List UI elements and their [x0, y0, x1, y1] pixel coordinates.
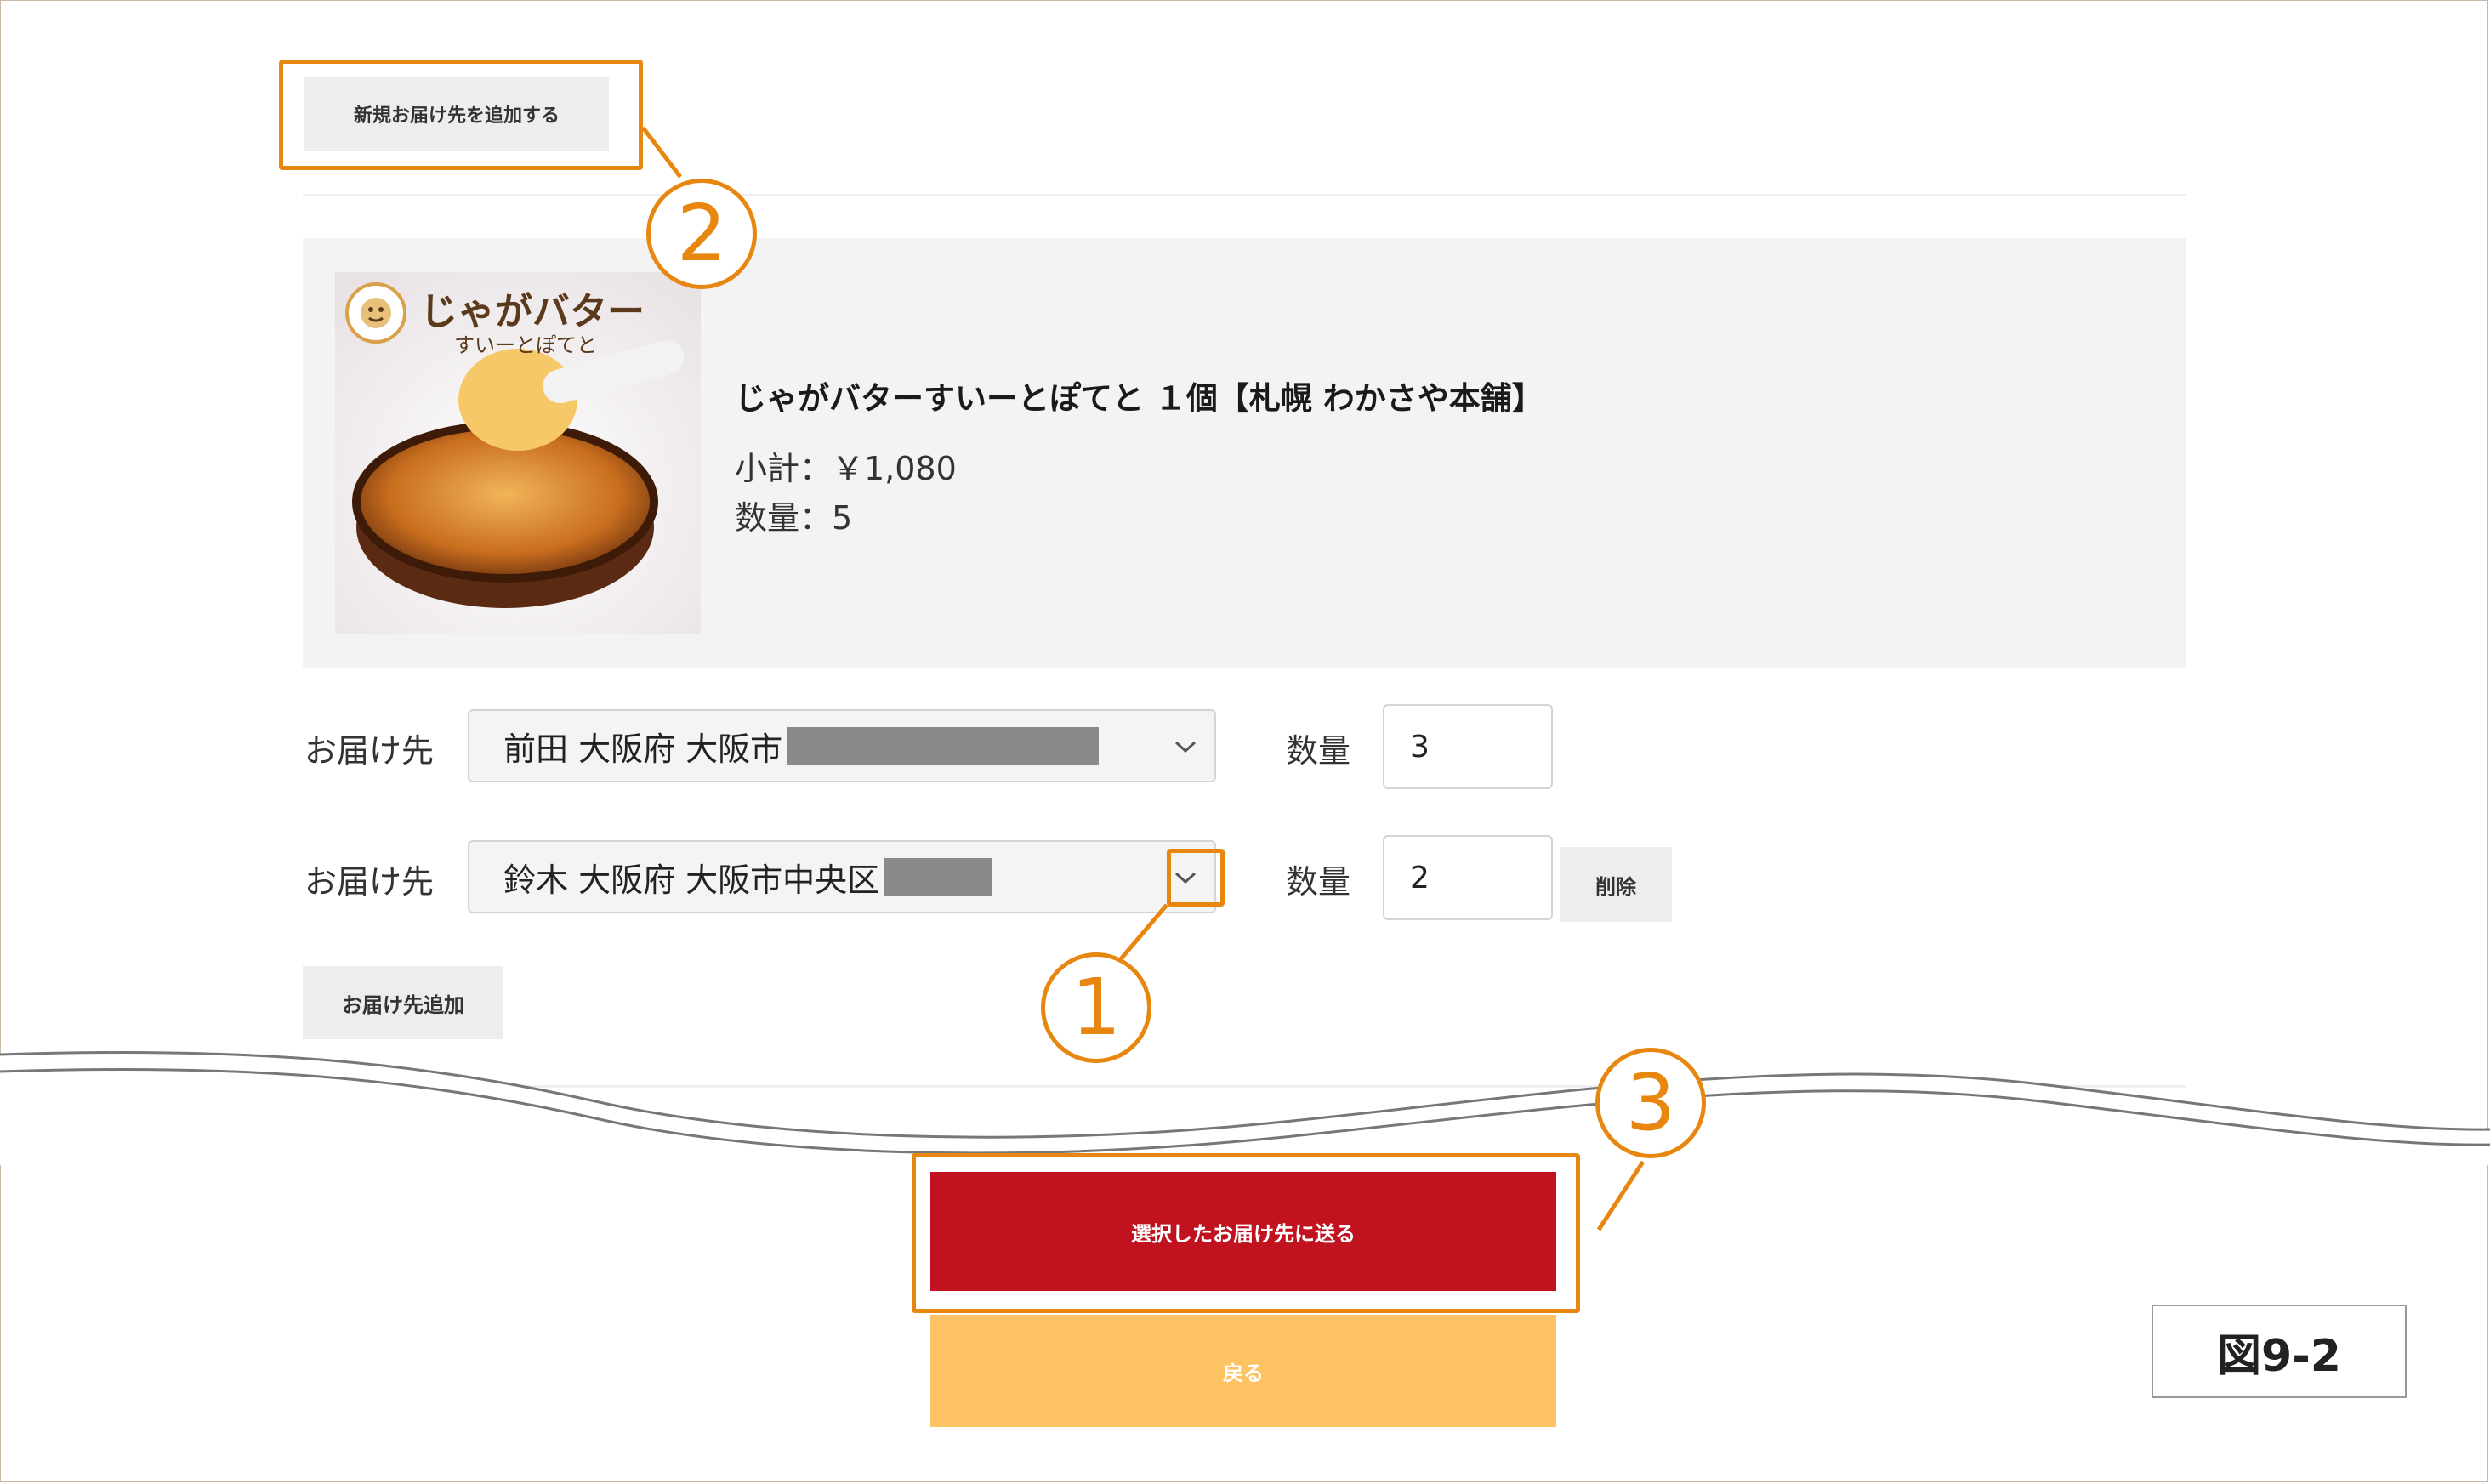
back-button[interactable]: 戻る: [930, 1315, 1556, 1427]
destination-select-2[interactable]: 鈴木 大阪府 大阪市中央区: [468, 840, 1216, 913]
destination-select-1[interactable]: 前田 大阪府 大阪市: [468, 709, 1216, 782]
redacted-address-1: [787, 727, 1100, 765]
destination-select-1-value: 前田 大阪府 大阪市: [503, 730, 783, 768]
product-image: じゃがバター すいーとぽてと: [335, 272, 701, 634]
callout-2: 2: [646, 179, 757, 289]
section-divider: [303, 194, 2186, 196]
highlight-box-3: [912, 1153, 1580, 1313]
product-subtotal: 小計：￥1,080: [735, 450, 957, 487]
figure-label: 図9-2: [2152, 1305, 2407, 1398]
add-destination-label: お届け先追加: [342, 992, 464, 1017]
product-quantity: 数量：5: [735, 499, 853, 537]
product-image-title: じゃがバター: [420, 290, 645, 333]
product-image-subtitle: すいーとぽてと: [454, 333, 597, 357]
back-label: 戻る: [1223, 1361, 1264, 1385]
page-break-wave: [0, 1050, 2490, 1165]
destination-label-2: お届け先: [304, 863, 435, 901]
quantity-input-1-value: 3: [1410, 729, 1430, 765]
destination-select-2-value: 鈴木 大阪府 大阪市中央区: [503, 861, 880, 899]
highlight-box-2: [279, 60, 643, 170]
highlight-box-1: [1167, 849, 1225, 907]
destination-label-1: お届け先: [304, 732, 435, 770]
callout-3: 3: [1595, 1048, 1706, 1158]
callout-1: 1: [1041, 952, 1151, 1063]
quantity-input-1[interactable]: 3: [1383, 704, 1553, 789]
redacted-address-2: [884, 858, 992, 896]
chevron-down-icon: [1168, 730, 1202, 764]
delete-button[interactable]: 削除: [1560, 847, 1672, 922]
quantity-input-2[interactable]: 2: [1383, 835, 1553, 920]
quantity-label-1: 数量: [1286, 732, 1351, 770]
product-name: じゃがバターすいーとぽてと １個【札幌 わかさや本舗】: [735, 380, 1543, 417]
quantity-label-2: 数量: [1286, 863, 1351, 901]
delete-button-label: 削除: [1595, 874, 1636, 899]
quantity-input-2-value: 2: [1410, 860, 1430, 896]
